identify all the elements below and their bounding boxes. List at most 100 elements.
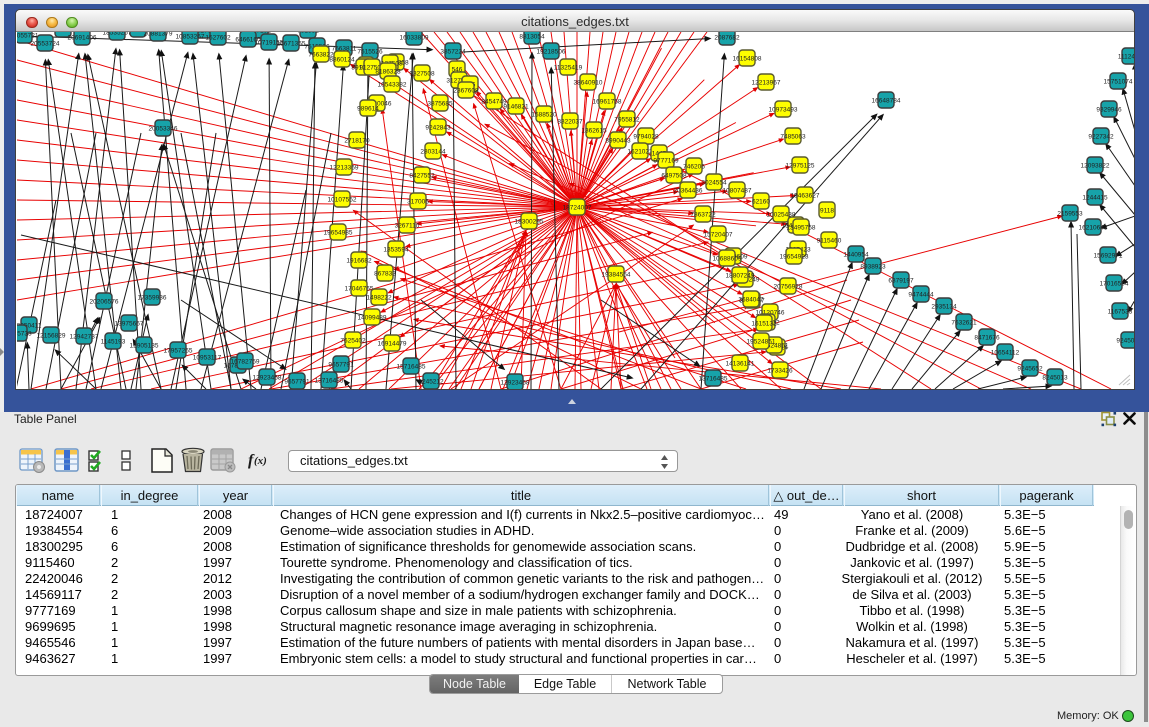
svg-text:19384554: 19384554	[602, 272, 631, 279]
svg-text:9118: 9118	[820, 208, 834, 215]
svg-text:16961758: 16961758	[593, 99, 622, 106]
svg-text:9777169: 9777169	[653, 158, 679, 165]
svg-text:13716485: 13716485	[315, 378, 344, 385]
svg-text:2935134: 2935134	[931, 304, 957, 311]
svg-text:7863722: 7863722	[690, 212, 716, 219]
svg-text:10688609: 10688609	[713, 256, 742, 263]
svg-text:18807249: 18807249	[726, 273, 755, 280]
svg-text:1527602: 1527602	[205, 35, 231, 42]
svg-text:19055721: 19055721	[17, 33, 39, 40]
svg-text:12923468: 12923468	[501, 380, 530, 387]
svg-text:12213967: 12213967	[752, 80, 781, 87]
svg-text:12942737: 12942737	[70, 334, 99, 341]
svg-text:1621022: 1621022	[627, 149, 653, 156]
svg-text:9245012: 9245012	[1116, 338, 1135, 345]
svg-text:1244415: 1244415	[1082, 195, 1108, 202]
svg-text:16154808: 16154808	[733, 56, 762, 63]
svg-text:10973493: 10973493	[769, 107, 798, 114]
svg-text:17046765: 17046765	[345, 286, 374, 293]
svg-text:8245013: 8245013	[1042, 375, 1068, 382]
svg-text:10107552: 10107552	[328, 197, 357, 204]
svg-text:9327508: 9327508	[409, 71, 435, 78]
svg-text:12156829: 12156829	[37, 333, 66, 340]
svg-text:15720407: 15720407	[704, 232, 733, 239]
svg-text:13975667: 13975667	[115, 321, 144, 328]
svg-text:13495758: 13495758	[787, 225, 816, 232]
svg-text:9227342: 9227342	[1088, 134, 1114, 141]
svg-text:19218506: 19218506	[537, 49, 566, 56]
svg-text:2367608: 2367608	[453, 88, 479, 95]
svg-text:18535267: 18535267	[103, 32, 132, 37]
svg-text:6497508: 6497508	[661, 173, 687, 180]
svg-text:12975125: 12975125	[786, 163, 815, 170]
svg-text:751552: 751552	[297, 32, 319, 35]
svg-text:16033809: 16033809	[400, 35, 429, 42]
svg-text:3857224: 3857224	[440, 49, 466, 56]
svg-text:12093822: 12093822	[1081, 163, 1110, 170]
svg-text:19463627: 19463627	[791, 193, 820, 200]
svg-text:10807487: 10807487	[723, 188, 752, 195]
svg-text:20364436: 20364436	[674, 188, 703, 195]
svg-text:3875685: 3875685	[427, 101, 453, 108]
svg-text:2803144: 2803144	[420, 149, 446, 156]
svg-text:1145193: 1145193	[101, 339, 126, 346]
svg-text:7485063: 7485063	[780, 134, 806, 141]
svg-text:8427552: 8427552	[409, 173, 435, 180]
svg-text:746206: 746206	[683, 164, 705, 171]
svg-text:9657791: 9657791	[284, 379, 310, 386]
svg-text:20691406: 20691406	[68, 35, 97, 42]
svg-text:190557: 190557	[52, 32, 74, 34]
svg-text:317006: 317006	[407, 199, 429, 206]
svg-text:38640910: 38640910	[574, 80, 603, 87]
svg-text:9242843: 9242843	[425, 125, 451, 132]
svg-text:9329946: 9329946	[1096, 107, 1122, 114]
svg-text:62160: 62160	[752, 199, 770, 206]
svg-text:1353594: 1353594	[383, 247, 409, 254]
svg-text:16210643: 16210643	[1079, 225, 1108, 232]
svg-text:19654923: 19654923	[780, 254, 809, 261]
svg-text:15716485: 15716485	[397, 364, 426, 371]
svg-text:1440954: 1440954	[843, 252, 869, 259]
svg-text:(x): (x)	[254, 455, 267, 467]
svg-text:16782759: 16782759	[231, 359, 260, 366]
svg-text:9245212: 9245212	[418, 379, 444, 386]
svg-text:7625402: 7625402	[340, 338, 366, 345]
svg-text:15692971: 15692971	[1094, 253, 1123, 260]
svg-text:1916682: 1916682	[346, 258, 372, 265]
svg-text:1588520: 1588520	[531, 112, 557, 119]
svg-text:2087682: 2087682	[714, 35, 740, 42]
svg-text:7515526: 7515526	[357, 49, 383, 56]
svg-text:9115460: 9115460	[817, 238, 842, 245]
svg-text:15751074: 15751074	[1104, 79, 1133, 86]
svg-text:8813054: 8813054	[519, 34, 545, 41]
svg-text:18724007: 18724007	[563, 205, 592, 212]
svg-text:12213369: 12213369	[330, 165, 359, 172]
svg-text:16914479: 16914479	[378, 341, 407, 348]
svg-text:3915733: 3915733	[17, 331, 32, 338]
svg-text:7632621: 7632621	[951, 320, 977, 327]
svg-text:13716485: 13716485	[699, 376, 728, 383]
svg-text:8938923: 8938923	[860, 264, 886, 271]
svg-text:11325419: 11325419	[554, 65, 583, 72]
svg-text:20756928: 20756928	[774, 284, 803, 291]
svg-text:1498222: 1498222	[366, 295, 392, 302]
svg-text:14136141: 14136141	[726, 361, 755, 368]
svg-text:14099489: 14099489	[358, 315, 387, 322]
svg-text:16543382: 16543382	[378, 82, 407, 89]
svg-text:10853267: 10853267	[176, 34, 205, 41]
svg-text:9794028: 9794028	[633, 134, 659, 141]
svg-text:17957265: 17957265	[164, 348, 193, 355]
svg-text:10953117: 10953117	[193, 355, 222, 362]
svg-text:9657791: 9657791	[328, 362, 354, 369]
svg-text:9245652: 9245652	[1017, 366, 1043, 373]
svg-text:19524851: 19524851	[747, 339, 776, 346]
svg-text:16648784: 16648784	[872, 98, 901, 105]
svg-text:8990443: 8990443	[605, 138, 631, 145]
svg-text:17359936: 17359936	[138, 295, 167, 302]
svg-text:989614: 989614	[357, 106, 379, 113]
svg-text:8471676: 8471676	[974, 335, 1000, 342]
svg-text:20553724: 20553724	[31, 41, 60, 48]
svg-text:6379197: 6379197	[888, 278, 914, 285]
svg-text:20053346: 20053346	[149, 126, 178, 133]
svg-text:20206576: 20206576	[90, 299, 119, 306]
